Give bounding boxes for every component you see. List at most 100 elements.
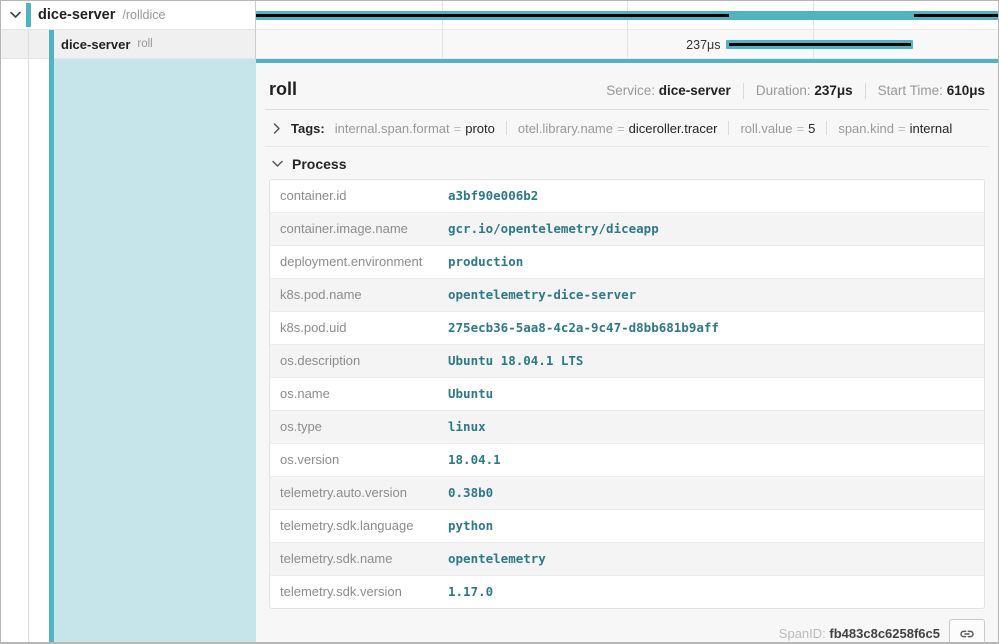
table-row: telemetry.auto.version0.38b0: [270, 477, 984, 510]
selected-row-highlight: [54, 59, 256, 642]
timeline-cell[interactable]: 237μs: [256, 30, 998, 59]
service-name: dice-server: [38, 7, 115, 23]
kv-value: opentelemetry: [438, 543, 984, 575]
tag-equals: =: [797, 121, 805, 136]
kv-value: 1.17.0: [438, 576, 984, 608]
span-detail-panel: roll Service: dice-server Duration: 237μ…: [256, 59, 998, 642]
operation-name: /rolldice: [122, 8, 165, 22]
tag-item: roll.value =5: [740, 121, 815, 136]
kv-key: os.description: [270, 345, 438, 377]
table-row: container.ida3bf90e006b2: [270, 180, 984, 213]
process-key-value-table: container.ida3bf90e006b2 container.image…: [269, 179, 985, 609]
span-id-label: SpanID:: [779, 626, 826, 641]
tag-value: internal: [910, 121, 953, 136]
meta-label: Service:: [606, 83, 655, 98]
span-meta: Service: dice-server Duration: 237μs Sta…: [606, 83, 985, 99]
kv-key: telemetry.sdk.language: [270, 510, 438, 542]
selected-span-left-strip: [1, 59, 256, 642]
kv-value: a3bf90e006b2: [438, 180, 984, 212]
kv-key: k8s.pod.uid: [270, 312, 438, 344]
span-bar-roll[interactable]: [726, 40, 913, 49]
kv-value: linux: [438, 411, 984, 443]
table-row: os.typelinux: [270, 411, 984, 444]
jaeger-trace-view: dice-server /rolldice dice-server roll 2…: [0, 0, 999, 644]
tag-item: internal.span.format=proto: [335, 121, 495, 136]
kv-key: container.image.name: [270, 213, 438, 245]
kv-key: os.type: [270, 411, 438, 443]
tag-key: internal.span.format: [335, 121, 450, 136]
tag-equals: =: [617, 121, 625, 136]
process-accordion[interactable]: Process: [265, 147, 989, 179]
kv-value: python: [438, 510, 984, 542]
kv-key: k8s.pod.name: [270, 279, 438, 311]
meta-start-time: Start Time: 610μs: [878, 83, 985, 98]
tag-equals: =: [454, 121, 462, 136]
kv-value: 0.38b0: [438, 477, 984, 509]
collapse-chevron-icon[interactable]: [7, 7, 23, 23]
tags-accordion[interactable]: Tags: internal.span.format=proto otel.li…: [265, 110, 989, 147]
span-row-roll[interactable]: dice-server roll 237μs: [1, 30, 998, 59]
kv-value: Ubuntu: [438, 378, 984, 410]
span-row-rolldice[interactable]: dice-server /rolldice: [1, 1, 998, 30]
meta-label: Start Time:: [878, 83, 943, 98]
span-operation-title: roll: [269, 79, 297, 100]
span-detail-footer: SpanID: fb483c8c6258f6c5: [265, 609, 989, 642]
tag-key: roll.value: [740, 121, 792, 136]
tag-divider: [728, 121, 729, 135]
table-row: os.descriptionUbuntu 18.04.1 LTS: [270, 345, 984, 378]
deep-link-button[interactable]: [949, 619, 985, 642]
kv-key: os.name: [270, 378, 438, 410]
span-duration-label: 237μs: [256, 38, 720, 52]
kv-value: Ubuntu 18.04.1 LTS: [438, 345, 984, 377]
table-row: telemetry.sdk.languagepython: [270, 510, 984, 543]
kv-key: telemetry.sdk.version: [270, 576, 438, 608]
kv-key: os.version: [270, 444, 438, 476]
critical-path-segment: [914, 14, 998, 17]
table-row: deployment.environmentproduction: [270, 246, 984, 279]
operation-name: roll: [137, 38, 152, 50]
kv-key: deployment.environment: [270, 246, 438, 278]
kv-key: telemetry.sdk.name: [270, 543, 438, 575]
span-name-cell[interactable]: dice-server /rolldice: [1, 1, 256, 30]
link-icon: [959, 626, 975, 642]
span-name-cell[interactable]: dice-server roll: [1, 30, 256, 59]
service-color-stripe: [49, 30, 54, 59]
meta-value: dice-server: [659, 83, 731, 98]
kv-value: 18.04.1: [438, 444, 984, 476]
tag-item: otel.library.name = diceroller.tracer: [518, 121, 718, 136]
critical-path-segment: [729, 43, 911, 46]
meta-label: Duration:: [756, 83, 811, 98]
timeline-cell[interactable]: [256, 1, 998, 30]
kv-value: gcr.io/opentelemetry/diceapp: [438, 213, 984, 245]
chevron-down-icon[interactable]: [269, 156, 285, 172]
meta-service: Service: dice-server: [606, 83, 731, 98]
tag-equals: =: [898, 121, 906, 136]
kv-value: opentelemetry-dice-server: [438, 279, 984, 311]
span-bar-rolldice[interactable]: [256, 11, 998, 20]
span-id: SpanID: fb483c8c6258f6c5: [779, 626, 940, 641]
critical-path-segment: [256, 14, 729, 17]
tag-value: diceroller.tracer: [629, 121, 718, 136]
tag-value: 5: [808, 121, 815, 136]
meta-divider: [865, 83, 866, 99]
span-detail-header: roll Service: dice-server Duration: 237μ…: [265, 63, 989, 110]
service-name: dice-server: [61, 37, 130, 52]
table-row: telemetry.sdk.nameopentelemetry: [270, 543, 984, 576]
meta-divider: [743, 83, 744, 99]
tag-divider: [826, 121, 827, 135]
indent-guide: [28, 30, 29, 58]
meta-value: 610μs: [947, 83, 985, 98]
tags-heading: Tags:: [291, 121, 325, 136]
chevron-right-icon[interactable]: [269, 120, 285, 136]
span-id-value: fb483c8c6258f6c5: [829, 626, 940, 641]
meta-value: 237μs: [814, 83, 852, 98]
table-row: k8s.pod.nameopentelemetry-dice-server: [270, 279, 984, 312]
table-row: os.version18.04.1: [270, 444, 984, 477]
meta-duration: Duration: 237μs: [756, 83, 853, 98]
tag-key: otel.library.name: [518, 121, 613, 136]
table-row: os.nameUbuntu: [270, 378, 984, 411]
table-row: container.image.namegcr.io/opentelemetry…: [270, 213, 984, 246]
service-color-stripe: [26, 3, 31, 27]
kv-key: container.id: [270, 180, 438, 212]
kv-value: production: [438, 246, 984, 278]
